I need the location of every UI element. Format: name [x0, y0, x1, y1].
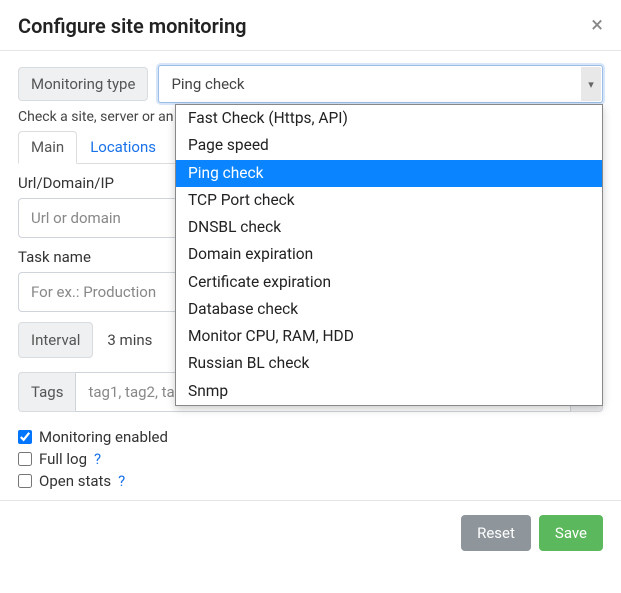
- monitoring-type-label: Monitoring type: [18, 67, 148, 101]
- checkbox-group: Monitoring enabled Full log ? Open stats…: [18, 428, 603, 490]
- reset-button[interactable]: Reset: [461, 515, 531, 551]
- open-stats-help-icon[interactable]: ?: [118, 472, 125, 490]
- tags-label: Tags: [18, 372, 75, 412]
- dropdown-option[interactable]: Russian BL check: [176, 350, 602, 377]
- modal-title: Configure site monitoring: [18, 14, 247, 38]
- dropdown-option[interactable]: DNSBL check: [176, 214, 602, 241]
- full-log-row[interactable]: Full log ?: [18, 450, 603, 468]
- dropdown-option[interactable]: Snmp: [176, 378, 602, 405]
- dropdown-option[interactable]: Certificate expiration: [176, 269, 602, 296]
- dropdown-option[interactable]: Domain expiration: [176, 241, 602, 268]
- close-icon[interactable]: ×: [591, 15, 603, 37]
- save-button[interactable]: Save: [539, 515, 603, 551]
- configure-modal: Configure site monitoring × Monitoring t…: [0, 0, 621, 565]
- dropdown-option[interactable]: Monitor CPU, RAM, HDD: [176, 323, 602, 350]
- modal-footer: Reset Save: [0, 500, 621, 565]
- monitoring-enabled-checkbox[interactable]: [18, 430, 32, 444]
- open-stats-checkbox[interactable]: [18, 474, 32, 488]
- dropdown-option[interactable]: Page speed: [176, 132, 602, 159]
- monitoring-type-select[interactable]: Ping check ▾: [158, 65, 603, 103]
- modal-body: Monitoring type Ping check ▾ Check a sit…: [0, 51, 621, 490]
- modal-header: Configure site monitoring ×: [0, 0, 621, 51]
- monitoring-type-selected: Ping check: [171, 75, 244, 93]
- full-log-checkbox[interactable]: [18, 452, 32, 466]
- open-stats-label: Open stats: [39, 472, 111, 490]
- dropdown-option[interactable]: Database check: [176, 296, 602, 323]
- full-log-help-icon[interactable]: ?: [94, 450, 101, 468]
- tab-main[interactable]: Main: [18, 131, 77, 164]
- full-log-label: Full log: [39, 450, 87, 468]
- dropdown-option[interactable]: Ping check: [176, 160, 602, 187]
- chevron-down-icon: ▾: [581, 67, 601, 101]
- monitoring-enabled-label: Monitoring enabled: [39, 428, 168, 446]
- interval-label: Interval: [18, 322, 93, 358]
- dropdown-option[interactable]: Fast Check (Https, API): [176, 105, 602, 132]
- monitoring-type-dropdown[interactable]: Fast Check (Https, API) Page speed Ping …: [175, 104, 603, 406]
- monitoring-type-row: Monitoring type Ping check ▾: [18, 65, 603, 103]
- interval-value[interactable]: 3 mins: [93, 322, 166, 358]
- monitoring-type-select-wrap: Ping check ▾: [158, 65, 603, 103]
- monitoring-enabled-row[interactable]: Monitoring enabled: [18, 428, 603, 446]
- dropdown-option[interactable]: TCP Port check: [176, 187, 602, 214]
- open-stats-row[interactable]: Open stats ?: [18, 472, 603, 490]
- tab-locations[interactable]: Locations: [77, 131, 169, 164]
